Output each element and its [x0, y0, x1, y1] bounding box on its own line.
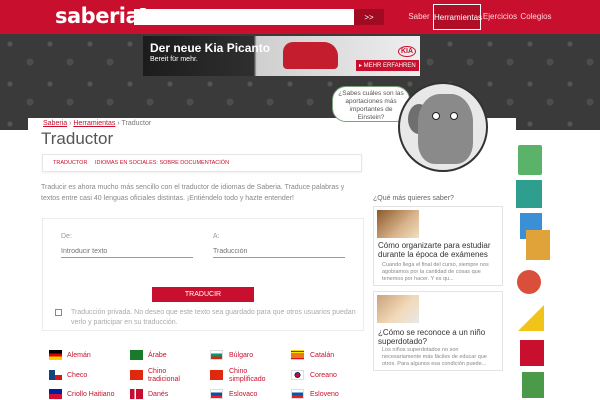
saberia-logo[interactable]: saberia — [55, 4, 147, 28]
article-thumbnail — [377, 295, 419, 323]
breadcrumb-herramientas[interactable]: Herramientas — [73, 120, 115, 127]
language-checo[interactable]: Checo — [67, 372, 87, 380]
language-chino-simplificado[interactable]: Chino simplificado — [229, 368, 274, 384]
abc-block-icon — [526, 230, 550, 260]
nav-saber[interactable]: Saber — [404, 4, 434, 30]
nav-herramientas[interactable]: Herramientas — [433, 4, 482, 30]
book-icon — [516, 180, 542, 208]
language-catalan[interactable]: Catalán — [310, 352, 334, 360]
article-excerpt: Cuando llega el final del curso, siempre… — [382, 262, 489, 282]
china-flag-icon — [130, 370, 143, 380]
car-image — [283, 42, 338, 69]
language-aleman[interactable]: Alemán — [67, 352, 91, 360]
elephant-mascot — [398, 82, 488, 172]
article-card[interactable]: ¿Cómo se reconoce a un niño superdotado?… — [373, 291, 503, 371]
arabic-flag-icon — [130, 350, 143, 360]
article-title[interactable]: Cómo organizarte para estudiar durante l… — [378, 241, 500, 259]
nav-ejercicios[interactable]: Ejercicios — [482, 4, 518, 30]
czech-flag-icon — [49, 370, 62, 380]
denmark-flag-icon — [130, 389, 143, 399]
ad-cta-button[interactable]: ▸ MEHR ERFAHREN — [356, 60, 419, 71]
kia-logo: KIA — [398, 46, 417, 57]
page-title: Traductor — [41, 129, 114, 148]
article-excerpt: Los niños superdotados no son necesariam… — [382, 347, 487, 367]
mascot-eye — [450, 112, 458, 120]
tab-idiomas-sociales[interactable]: IDIOMAS EN SOCIALES: SOBRE DOCUMENTACIÓN — [95, 160, 229, 166]
mascot-body — [418, 94, 473, 164]
search-input[interactable] — [134, 9, 354, 25]
breadcrumb-current: Traductor — [121, 120, 152, 127]
slovenia-flag-icon — [291, 389, 304, 399]
korea-flag-icon — [291, 370, 304, 380]
haiti-flag-icon — [49, 389, 62, 399]
private-translation-checkbox[interactable] — [55, 309, 62, 316]
ad-title: Der neue Kia Picanto — [150, 41, 271, 55]
calculator-icon — [518, 145, 542, 175]
language-danes[interactable]: Danés — [148, 391, 168, 399]
search-button[interactable]: >> — [354, 9, 384, 25]
translation-output[interactable] — [213, 245, 345, 258]
microscope-icon — [520, 340, 544, 366]
language-bulgaro[interactable]: Búlgaro — [229, 352, 253, 360]
language-criollo-haitiano[interactable]: Criollo Haitiano — [67, 391, 114, 399]
breadcrumb: Saberia › Herramientas › Traductor — [43, 120, 151, 127]
translate-button[interactable]: TRADUCIR — [152, 287, 254, 302]
breadcrumb-saberia[interactable]: Saberia — [43, 120, 67, 127]
language-eslovaco[interactable]: Eslovaco — [229, 391, 257, 399]
article-card[interactable]: Cómo organizarte para estudiar durante l… — [373, 206, 503, 286]
private-translation-label: Traducción privada. No deseo que este te… — [71, 309, 356, 326]
globe-icon — [517, 270, 541, 294]
logo-text: saberia — [55, 4, 140, 28]
language-chino-tradicional[interactable]: Chino tradicional — [148, 368, 188, 384]
mascot-eye — [432, 112, 440, 120]
from-label: De: — [61, 233, 72, 240]
set-square-icon — [518, 305, 544, 331]
tab-bar: TRADUCTOR IDIOMAS EN SOCIALES: SOBRE DOC… — [42, 154, 362, 172]
bulgaria-flag-icon — [210, 350, 223, 360]
germany-flag-icon — [49, 350, 62, 360]
flask-icon — [522, 372, 544, 398]
to-label: A: — [213, 233, 220, 240]
china-flag-icon — [210, 370, 223, 380]
sidebar-heading: ¿Qué más quieres saber? — [373, 195, 454, 202]
article-title[interactable]: ¿Cómo se reconoce a un niño superdotado? — [378, 328, 500, 346]
catalonia-flag-icon — [291, 350, 304, 360]
language-arabe[interactable]: Árabe — [148, 352, 167, 360]
source-text-input[interactable] — [61, 245, 193, 258]
slovakia-flag-icon — [210, 389, 223, 399]
language-coreano[interactable]: Coreano — [310, 372, 337, 380]
ad-subtitle: Bereit für mehr. — [150, 56, 198, 63]
ad-banner[interactable]: Der neue Kia Picanto Bereit für mehr. ▸ … — [143, 36, 420, 76]
nav-colegios[interactable]: Colegios — [519, 4, 553, 30]
intro-text: Traducir es ahora mucho más sencillo con… — [41, 184, 345, 202]
article-thumbnail — [377, 210, 419, 238]
tab-traductor[interactable]: TRADUCTOR — [53, 160, 87, 166]
language-esloveno[interactable]: Esloveno — [310, 391, 339, 399]
